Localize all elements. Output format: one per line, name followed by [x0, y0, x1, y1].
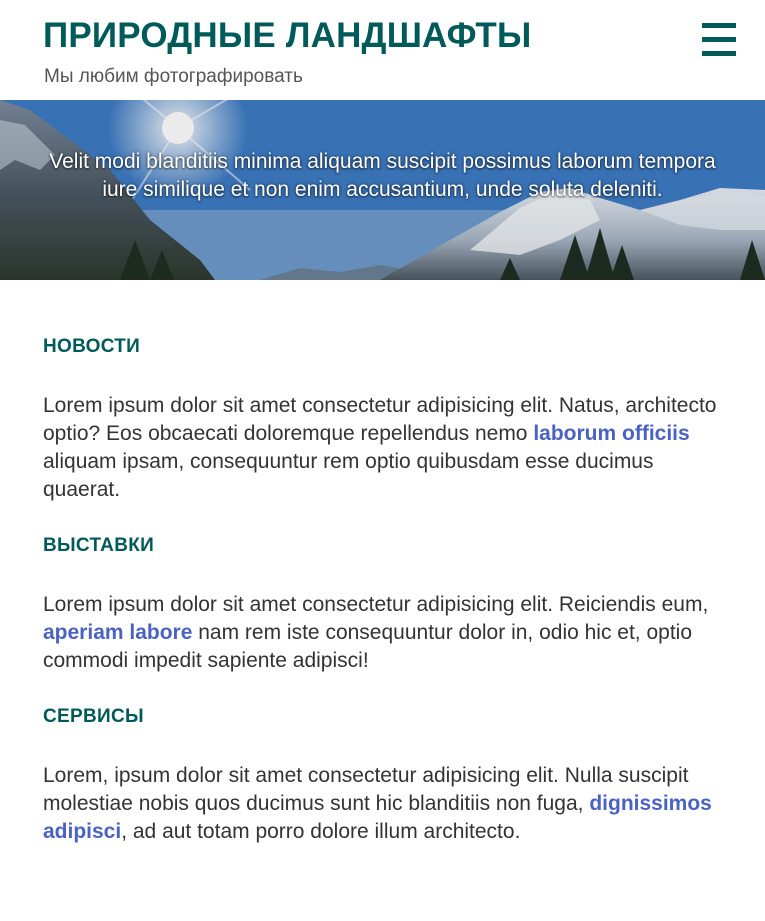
menu-bar: [702, 23, 736, 28]
site-title: ПРИРОДНЫЕ ЛАНДШАФТЫ: [43, 16, 532, 55]
site-subtitle: Мы любим фотографировать: [44, 66, 303, 87]
site-header: ПРИРОДНЫЕ ЛАНДШАФТЫ Мы любим фотографиро…: [0, 0, 765, 100]
section-text-news: Lorem ipsum dolor sit amet consectetur a…: [43, 392, 723, 504]
section-heading-services: СЕРВИСЫ: [43, 706, 144, 727]
section-text-services: Lorem, ipsum dolor sit amet consectetur …: [43, 762, 733, 846]
text-segment: , ad aut totam porro dolore illum archit…: [121, 820, 521, 843]
hero-banner: Velit modi blanditiis minima aliquam sus…: [0, 100, 765, 280]
text-segment: aliquam ipsam, consequuntur rem optio qu…: [43, 450, 654, 501]
section-heading-exhibitions: ВЫСТАВКИ: [43, 535, 155, 556]
section-heading-news: НОВОСТИ: [43, 336, 141, 357]
hamburger-menu-icon[interactable]: [699, 20, 739, 62]
link-laborum-officiis[interactable]: laborum officiis: [533, 422, 689, 445]
text-segment: Lorem ipsum dolor sit amet consectetur a…: [43, 593, 709, 616]
link-aperiam-labore[interactable]: aperiam labore: [43, 621, 192, 644]
menu-bar: [702, 51, 736, 56]
hero-text: Velit modi blanditiis minima aliquam sus…: [49, 150, 716, 201]
section-text-exhibitions: Lorem ipsum dolor sit amet consectetur a…: [43, 591, 723, 675]
menu-bar: [702, 37, 736, 42]
